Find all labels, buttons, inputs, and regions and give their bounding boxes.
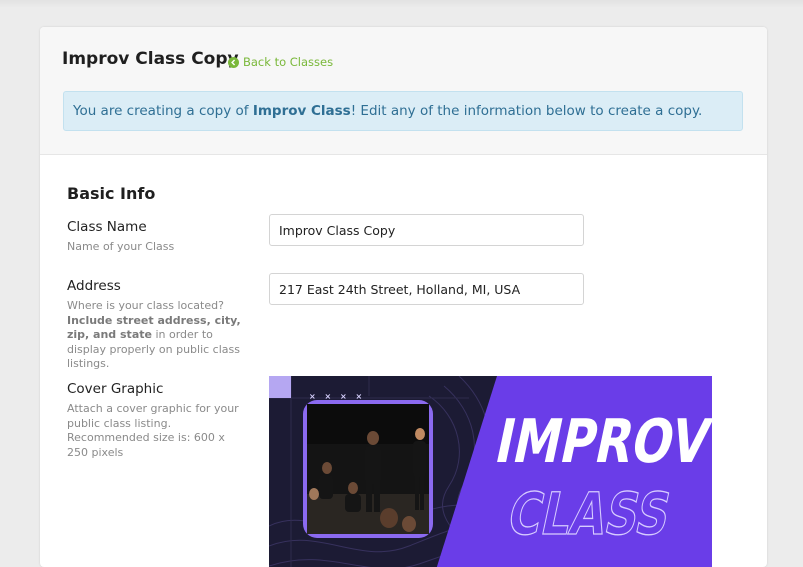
cover-graphic-help: Attach a cover graphic for your public c… [67,402,239,459]
class-name-label: Class Name [67,219,147,235]
section-title-basic-info: Basic Info [67,184,156,203]
cover-title-improv: IMPROV [490,408,712,477]
cover-title-class: CLASS [502,481,676,548]
address-label: Address [67,278,121,294]
page-title: Improv Class Copy [62,49,239,69]
class-name-help: Name of your Class [67,240,175,253]
alert-suffix: ! Edit any of the information below to c… [350,103,703,119]
copy-info-alert: You are creating a copy of Improv Class!… [63,91,743,131]
back-to-classes-link[interactable]: Back to Classes [228,55,333,69]
arrow-left-circle-icon [228,56,239,68]
cover-graphic-image[interactable]: × × × × IMPROV CLASS [269,376,712,567]
alert-prefix: You are creating a copy of [73,103,253,119]
page-top-shade [0,0,803,8]
cover-graphic-label: Cover Graphic [67,381,164,397]
class-name-input[interactable] [269,214,584,246]
cover-marks-text: × × × × [309,392,365,401]
form-card: Improv Class Copy Back to Classes You ar… [40,27,767,567]
alert-class-name: Improv Class [252,103,351,119]
card-header: Improv Class Copy Back to Classes You ar… [40,27,767,155]
address-help-prefix: Where is your class located? [67,299,224,312]
address-help: Where is your class located? Include str… [67,299,247,372]
address-input[interactable] [269,273,584,305]
cover-graphic-art: × × × × IMPROV CLASS [269,376,712,567]
back-link-label: Back to Classes [243,55,334,69]
